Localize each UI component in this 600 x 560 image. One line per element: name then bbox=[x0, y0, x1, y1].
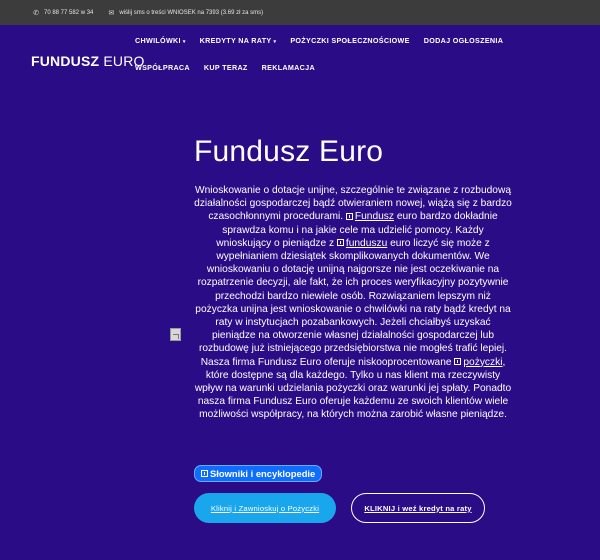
nav-item-pozyczki-spolecznosciowe[interactable]: POŻYCZKI SPOŁECZNOŚCIOWE bbox=[290, 35, 409, 48]
book-icon bbox=[336, 239, 344, 247]
nav-item-wspolpraca[interactable]: WSPÓŁPRACA bbox=[135, 62, 190, 74]
hero-paragraph: Wnioskowanie o dotacje unijne, szczególn… bbox=[194, 185, 512, 421]
dictionaries-label: Słowniki i encyklopedie bbox=[210, 468, 316, 479]
pozyczki-link[interactable]: pożyczki bbox=[463, 357, 502, 368]
phone-icon: ✆ bbox=[33, 9, 39, 17]
site-header: FUNDUSZ EURO CHWILÓWKI ▾ KREDYTY NA RATY ▾… bbox=[0, 25, 600, 95]
phone-contact[interactable]: ✆ 70 88 77 582 w 34 bbox=[32, 9, 93, 17]
installment-credit-button[interactable]: KLIKNIJ i weź kredyt na raty bbox=[351, 493, 485, 523]
chevron-down-icon: ▾ bbox=[273, 39, 277, 45]
fundusz-link[interactable]: Fundusz bbox=[355, 211, 394, 222]
book-icon bbox=[201, 470, 208, 477]
logo-bold: FUNDUSZ bbox=[31, 53, 100, 69]
main-nav: CHWILÓWKI ▾ KREDYTY NA RATY ▾ POŻYCZKI SPO… bbox=[128, 35, 568, 74]
book-icon bbox=[345, 212, 353, 220]
chevron-down-icon: ▾ bbox=[182, 39, 186, 45]
book-icon bbox=[454, 358, 462, 366]
dictionaries-badge[interactable]: Słowniki i encyklopedie bbox=[194, 465, 323, 482]
nav-item-chwilowki[interactable]: CHWILÓWKI ▾ bbox=[135, 35, 186, 48]
sms-text: wiślij sms o treści WNIOSEK na 7393 (3.6… bbox=[119, 9, 264, 16]
funduszu-link[interactable]: funduszu bbox=[346, 238, 387, 249]
nav-item-reklamacja[interactable]: REKLAMACJA bbox=[262, 62, 315, 74]
page-title: Fundusz Euro bbox=[194, 135, 384, 168]
apply-loan-button[interactable]: Kliknij i Zawnioskuj o Pożyczki bbox=[194, 493, 336, 523]
hero-section: Fundusz Euro Wnioskowanie o dotacje unij… bbox=[0, 95, 600, 560]
phone-number: 70 88 77 582 w 34 bbox=[44, 9, 94, 16]
top-contact-bar: ✆ 70 88 77 582 w 34 ✉ wiślij sms o treśc… bbox=[0, 0, 600, 25]
nav-item-dodaj-ogloszenia[interactable]: DODAJ OGŁOSZENIA bbox=[424, 35, 503, 48]
sms-contact[interactable]: ✉ wiślij sms o treści WNIOSEK na 7393 (3… bbox=[107, 9, 263, 17]
envelope-icon: ✉ bbox=[108, 9, 115, 17]
broken-image-icon bbox=[170, 328, 181, 341]
nav-item-kup-teraz[interactable]: KUP TERAZ bbox=[204, 62, 248, 74]
nav-item-kredyty-na-raty[interactable]: KREDYTY NA RATY ▾ bbox=[200, 35, 277, 48]
